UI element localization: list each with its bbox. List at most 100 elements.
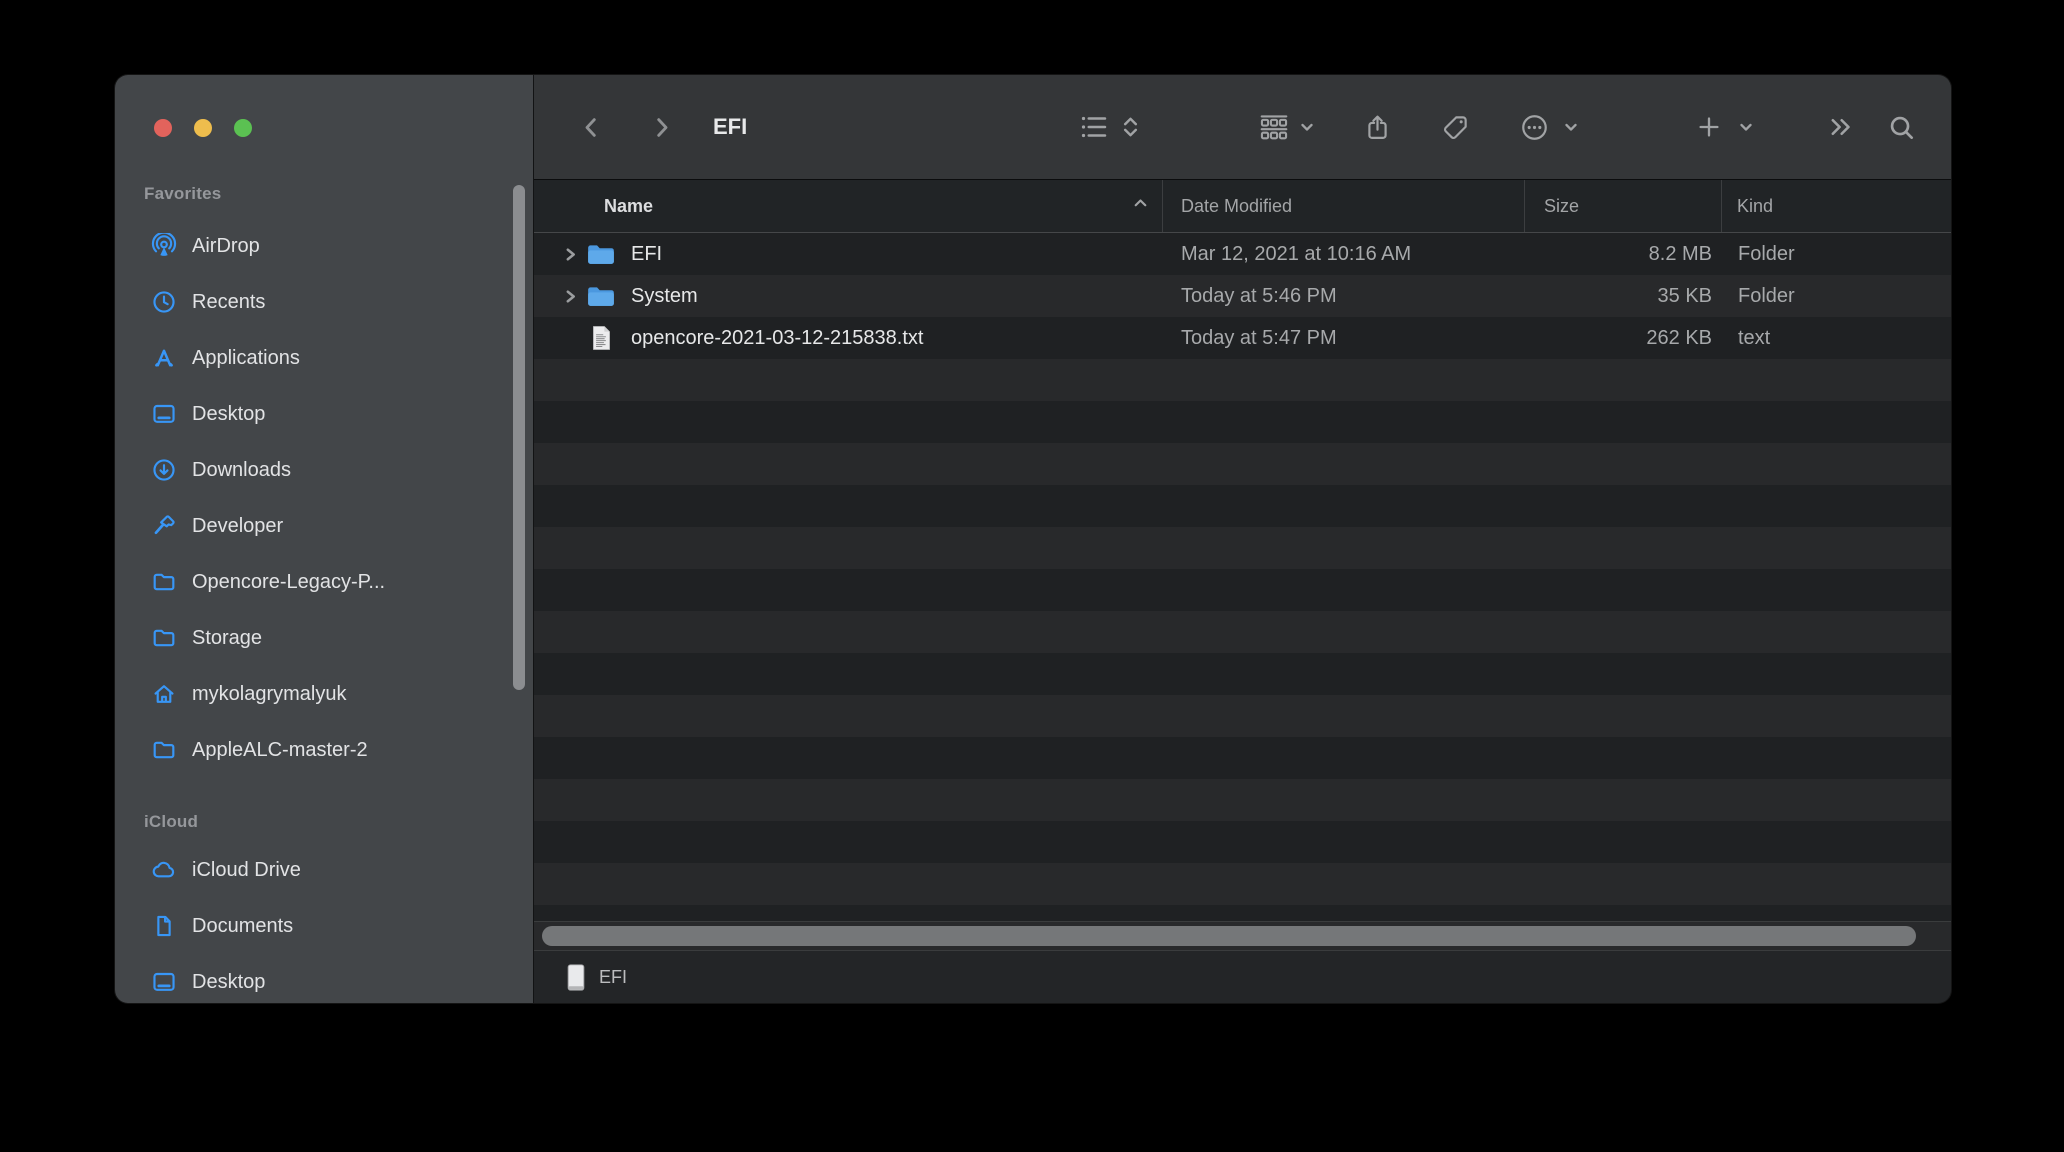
main-pane: EFI [533,75,1951,1003]
file-date: Today at 5:46 PM [1163,285,1525,308]
file-date: Today at 5:47 PM [1163,327,1525,350]
sidebar-item-home[interactable]: mykolagrymalyuk [115,666,533,722]
sidebar-item-applications[interactable]: Applications [115,330,533,386]
table-row[interactable]: EFI Mar 12, 2021 at 10:16 AM 8.2 MB Fold… [534,233,1951,275]
more-actions-chevron[interactable] [1562,75,1580,179]
chevron-down-icon [1738,119,1754,135]
home-icon [151,681,177,707]
back-button[interactable] [576,75,606,179]
column-header-date-modified[interactable]: Date Modified [1163,180,1525,232]
folder-icon [151,625,177,651]
finder-window: Favorites AirDrop Recents [115,75,1951,1003]
traffic-lights [154,119,252,137]
chevron-left-icon [578,114,605,141]
sidebar-item-label: Desktop [192,403,265,426]
desktop-icon [151,969,177,995]
group-view-icon [1258,112,1290,142]
sidebar-item-label: AirDrop [192,235,260,258]
sidebar-item-icloud-drive[interactable]: iCloud Drive [115,842,533,898]
share-button[interactable] [1362,75,1392,179]
window-title: EFI [713,75,747,179]
new-item-button[interactable] [1694,75,1724,179]
sidebar-item-label: mykolagrymalyuk [192,683,346,706]
zoom-button[interactable] [234,119,252,137]
sidebar-scrollbar[interactable] [513,185,525,690]
file-size: 8.2 MB [1525,243,1722,266]
sidebar-item-label: Applications [192,347,300,370]
share-icon [1363,113,1392,142]
sidebar-item-desktop-icloud[interactable]: Desktop [115,954,533,1003]
search-button[interactable] [1886,75,1916,179]
column-header-name[interactable]: Name [534,180,1163,232]
horizontal-scrollbar-thumb[interactable] [542,926,1916,946]
document-icon [151,913,177,939]
clock-icon [151,289,177,315]
hammer-icon [151,513,177,539]
new-item-chevron[interactable] [1737,75,1755,179]
group-by-button[interactable] [1257,75,1291,179]
plus-icon [1695,113,1723,141]
sidebar-item-desktop[interactable]: Desktop [115,386,533,442]
file-size: 35 KB [1525,285,1722,308]
sidebar-item-documents[interactable]: Documents [115,898,533,954]
desktop-icon [151,401,177,427]
close-button[interactable] [154,119,172,137]
file-name: opencore-2021-03-12-215838.txt [631,327,923,350]
sidebar-section-icloud: iCloud [115,807,533,837]
sidebar-item-storage[interactable]: Storage [115,610,533,666]
file-size: 262 KB [1525,327,1722,350]
file-date: Mar 12, 2021 at 10:16 AM [1163,243,1525,266]
status-bar: EFI [534,951,1951,1003]
file-kind: text [1722,327,1951,350]
group-by-chevron[interactable] [1298,75,1316,179]
sidebar-item-recents[interactable]: Recents [115,274,533,330]
file-list: EFI Mar 12, 2021 at 10:16 AM 8.2 MB Fold… [534,233,1951,921]
folder-icon [586,241,616,267]
column-header-size[interactable]: Size [1525,180,1722,232]
horizontal-scrollbar-track[interactable] [534,921,1951,951]
list-view-icon [1078,112,1108,142]
folder-icon [151,737,177,763]
chevron-down-icon [1563,119,1579,135]
sidebar-item-label: iCloud Drive [192,859,301,882]
sidebar-item-label: Opencore-Legacy-P... [192,571,385,594]
toolbar: EFI [534,75,1951,179]
table-row[interactable]: System Today at 5:46 PM 35 KB Folder [534,275,1951,317]
app-store-icon [151,345,177,371]
disclosure-chevron-icon[interactable] [562,246,582,263]
column-label: Date Modified [1181,196,1292,217]
toolbar-overflow-button[interactable] [1826,75,1856,179]
forward-button[interactable] [646,75,676,179]
folder-icon [151,569,177,595]
sidebar-item-developer[interactable]: Developer [115,498,533,554]
sidebar-section-favorites: Favorites [115,179,533,209]
status-disk-label: EFI [599,967,627,988]
sidebar-item-label: Documents [192,915,293,938]
column-label: Name [604,196,653,217]
sidebar-item-label: Storage [192,627,262,650]
view-list-button[interactable] [1077,75,1109,179]
minimize-button[interactable] [194,119,212,137]
folder-icon [586,283,616,309]
column-header-kind[interactable]: Kind [1722,180,1951,232]
tags-button[interactable] [1440,75,1470,179]
view-sort-toggle[interactable] [1120,75,1140,179]
sidebar-item-applealc[interactable]: AppleALC-master-2 [115,722,533,778]
column-label: Size [1544,196,1579,217]
sidebar-item-airdrop[interactable]: AirDrop [115,218,533,274]
download-circle-icon [151,457,177,483]
sidebar-item-label: Developer [192,515,283,538]
file-kind: Folder [1722,285,1951,308]
sort-ascending-icon [1132,195,1149,217]
cloud-icon [151,857,177,883]
disk-icon [565,962,587,992]
sidebar-item-opencore-legacy[interactable]: Opencore-Legacy-P... [115,554,533,610]
disclosure-chevron-icon[interactable] [562,288,582,305]
table-row[interactable]: opencore-2021-03-12-215838.txt Today at … [534,317,1951,359]
column-headers: Name Date Modified Size Kind [534,180,1951,233]
double-chevron-right-icon [1827,113,1855,141]
sidebar-item-downloads[interactable]: Downloads [115,442,533,498]
file-kind: Folder [1722,243,1951,266]
file-name: System [631,285,698,308]
more-actions-button[interactable] [1519,75,1549,179]
